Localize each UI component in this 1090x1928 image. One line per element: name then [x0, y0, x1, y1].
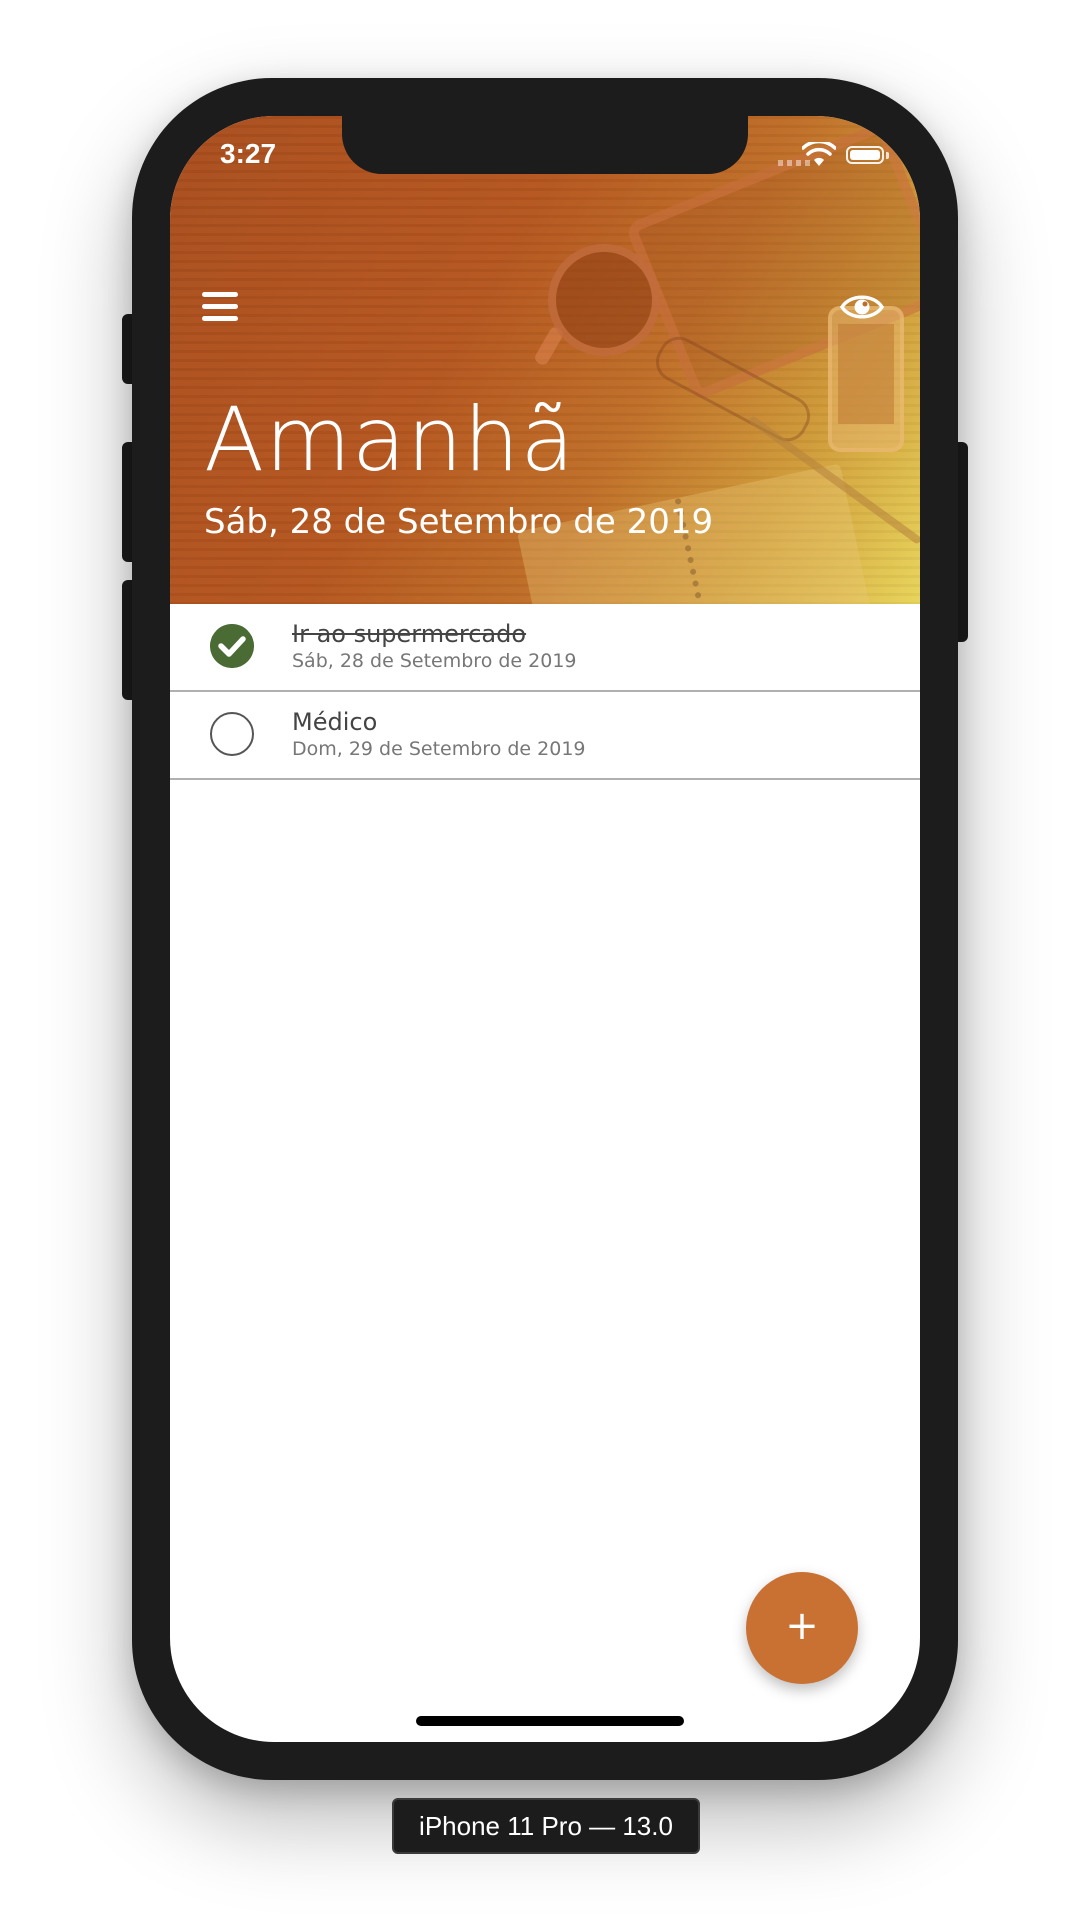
task-list: Ir ao supermercado Sáb, 28 de Setembro d…: [170, 604, 920, 780]
hamburger-menu-icon[interactable]: [202, 292, 238, 322]
app-screen: 3:27 Amanhã Sáb, 28 de Setembro de 2019: [170, 116, 920, 1742]
wifi-icon: [802, 142, 836, 166]
battery-icon: [846, 146, 884, 164]
device-notch: [342, 116, 748, 174]
page-title: Amanhã: [204, 388, 576, 491]
task-date: Dom, 29 de Setembro de 2019: [292, 738, 586, 760]
coffee-cup-decoration: [548, 244, 660, 356]
task-date: Sáb, 28 de Setembro de 2019: [292, 650, 577, 672]
header-banner: 3:27 Amanhã Sáb, 28 de Setembro de 2019: [170, 116, 920, 604]
simulator-device-label: iPhone 11 Pro — 13.0: [392, 1798, 700, 1854]
status-time: 3:27: [220, 138, 277, 169]
task-title: Médico: [292, 708, 378, 736]
simulator-stage: 3:27 Amanhã Sáb, 28 de Setembro de 2019: [0, 0, 1090, 1928]
phone-screen-decoration: [838, 324, 894, 424]
task-title: Ir ao supermercado: [292, 620, 527, 648]
battery-tip: [886, 152, 889, 159]
task-row[interactable]: Médico Dom, 29 de Setembro de 2019: [170, 692, 920, 780]
eye-icon[interactable]: [840, 292, 884, 322]
add-task-button[interactable]: +: [746, 1572, 858, 1684]
unchecked-circle-icon[interactable]: [210, 712, 254, 756]
task-row[interactable]: Ir ao supermercado Sáb, 28 de Setembro d…: [170, 604, 920, 692]
page-date: Sáb, 28 de Setembro de 2019: [204, 502, 714, 542]
checked-circle-icon[interactable]: [210, 624, 254, 668]
home-indicator[interactable]: [416, 1716, 684, 1726]
